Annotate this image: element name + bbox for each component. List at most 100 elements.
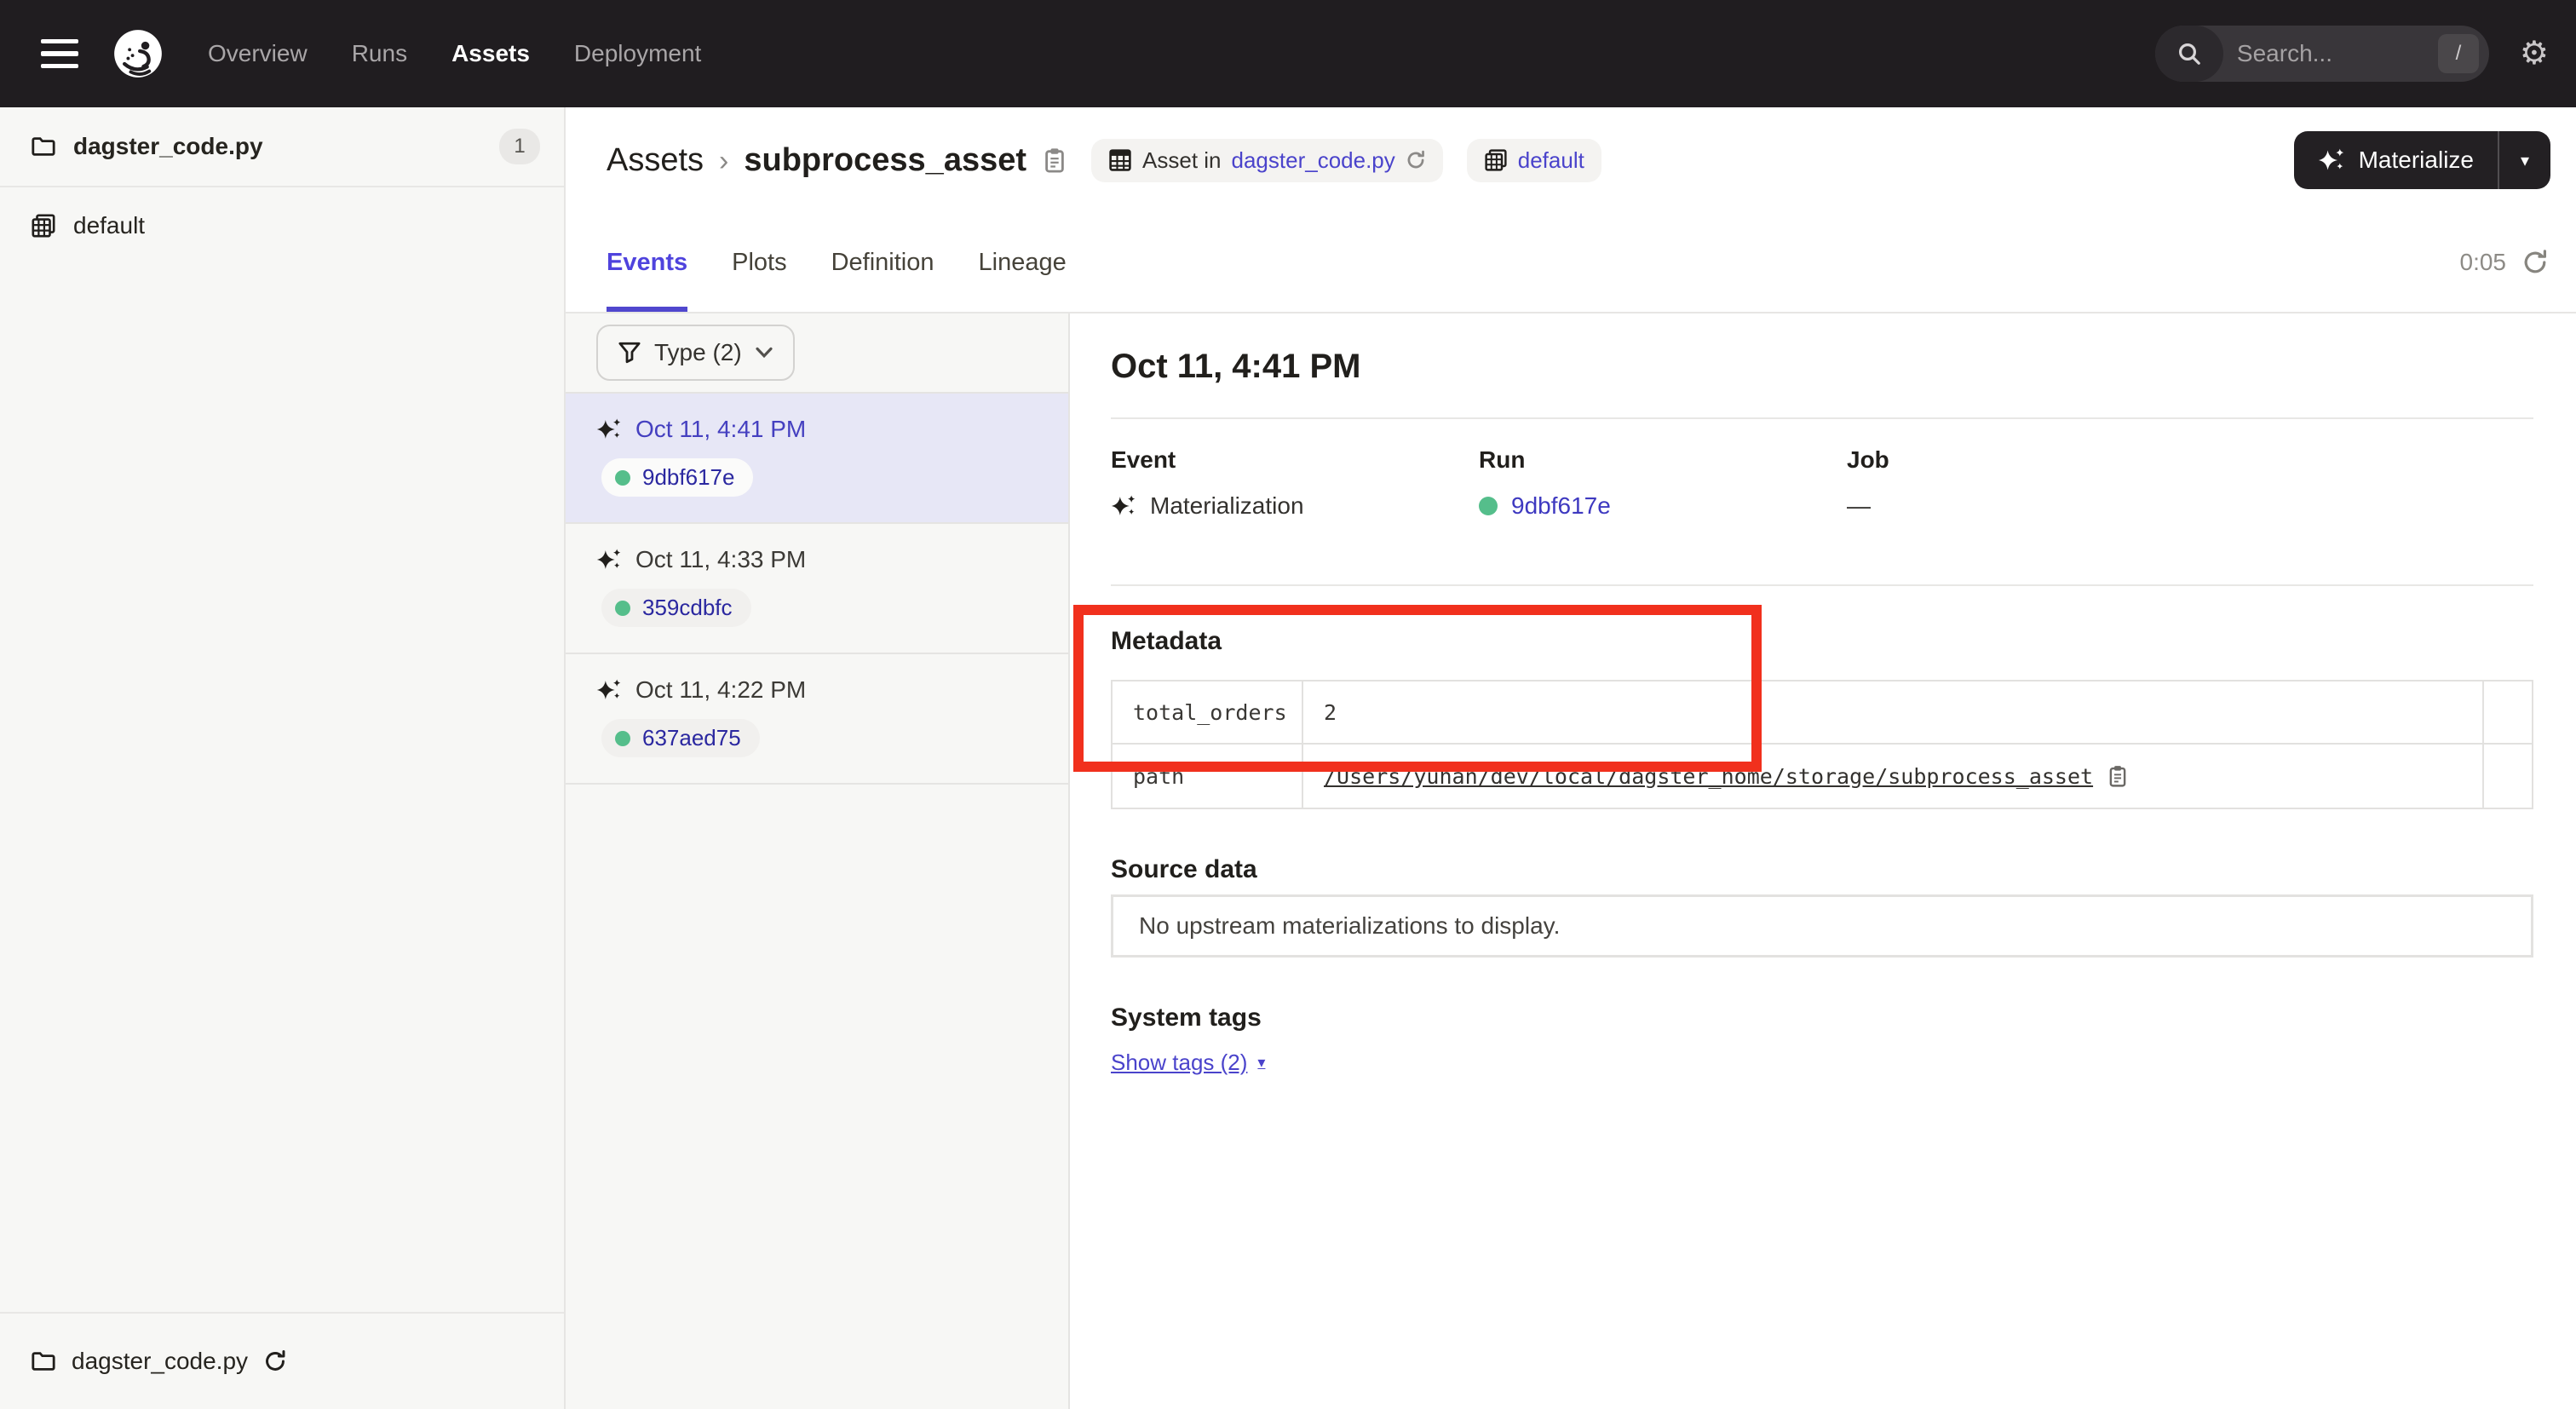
top-nav: Overview Runs Assets Deployment / ⚙ xyxy=(0,0,2576,107)
materialize-button[interactable]: Materialize xyxy=(2294,131,2498,189)
run-status-dot xyxy=(615,731,630,746)
materialize-split-button: Materialize ▾ xyxy=(2294,131,2550,189)
dagster-logo-icon[interactable] xyxy=(112,28,164,79)
materialize-dropdown-caret[interactable]: ▾ xyxy=(2499,131,2550,189)
metadata-action-cell xyxy=(2484,681,2532,745)
source-data-empty-text: No upstream materializations to display. xyxy=(1139,912,1560,940)
asset-group-icon xyxy=(31,213,56,239)
nav-deployment[interactable]: Deployment xyxy=(574,40,701,67)
nav-runs[interactable]: Runs xyxy=(352,40,407,67)
show-tags-toggle[interactable]: Show tags (2) ▾ xyxy=(1111,1050,1265,1076)
refresh-icon[interactable] xyxy=(2521,249,2549,276)
event-detail-title: Oct 11, 4:41 PM xyxy=(1111,344,2533,388)
tab-lineage[interactable]: Lineage xyxy=(979,213,1067,312)
settings-gear-icon[interactable]: ⚙ xyxy=(2520,37,2549,70)
breadcrumb-assets-link[interactable]: Assets xyxy=(607,142,704,179)
job-column: Job — xyxy=(1847,446,2533,525)
copy-asset-name-icon[interactable] xyxy=(1042,147,1067,174)
group-link[interactable]: default xyxy=(1518,147,1584,174)
tab-definition[interactable]: Definition xyxy=(831,213,934,312)
event-time: Oct 11, 4:41 PM xyxy=(635,416,806,443)
folder-icon xyxy=(31,1349,56,1374)
breadcrumb-separator: › xyxy=(719,145,728,178)
run-status-dot xyxy=(1479,497,1498,515)
system-tags-heading: System tags xyxy=(1111,1004,2533,1032)
run-id-link[interactable]: 9dbf617e xyxy=(1511,492,1611,520)
type-filter-button[interactable]: Type (2) xyxy=(596,325,795,381)
tab-events[interactable]: Events xyxy=(607,213,687,312)
metadata-key: total_orders xyxy=(1113,681,1303,745)
materialize-sparkle-icon xyxy=(2318,147,2345,174)
job-empty-value: — xyxy=(1847,492,1871,520)
dagster-app: Overview Runs Assets Deployment / ⚙ dags xyxy=(0,0,2576,1409)
run-status-dot xyxy=(615,470,630,486)
path-link[interactable]: /Users/yuhan/dev/local/dagster_home/stor… xyxy=(1324,764,2093,789)
run-id-chip[interactable]: 9dbf617e xyxy=(601,458,753,497)
run-id: 359cdbfc xyxy=(642,595,733,621)
search-input[interactable] xyxy=(2223,40,2438,67)
materialization-sparkle-icon xyxy=(596,417,622,442)
source-data-empty-state: No upstream materializations to display. xyxy=(1111,894,2533,958)
sidebar-code-location-footer[interactable]: dagster_code.py xyxy=(0,1312,564,1409)
code-location-link[interactable]: dagster_code.py xyxy=(1232,147,1395,174)
run-id-chip[interactable]: 637aed75 xyxy=(601,719,760,757)
group-pill[interactable]: default xyxy=(1467,139,1601,182)
asset-count-badge: 1 xyxy=(499,129,540,164)
breadcrumb: Assets › subprocess_asset xyxy=(607,142,1026,179)
primary-nav: Overview Runs Assets Deployment xyxy=(208,40,701,67)
run-id: 637aed75 xyxy=(642,725,741,751)
asset-header: Assets › subprocess_asset Asset in dagst… xyxy=(566,107,2576,213)
group-label: default xyxy=(73,212,145,239)
search-box[interactable]: / xyxy=(2155,26,2489,82)
search-icon xyxy=(2155,26,2223,82)
event-list-item[interactable]: Oct 11, 4:41 PM 9dbf617e xyxy=(566,392,1068,522)
folder-icon xyxy=(31,134,56,159)
chevron-down-icon xyxy=(756,347,773,359)
sidebar-group-default[interactable]: default xyxy=(0,187,564,264)
code-location-grid-icon xyxy=(1108,148,1132,172)
run-id-chip[interactable]: 359cdbfc xyxy=(601,589,751,627)
events-list-panel: Type (2) Oct 11, 4:41 PM xyxy=(566,313,1070,1409)
tab-plots[interactable]: Plots xyxy=(732,213,786,312)
run-column: Run 9dbf617e xyxy=(1479,446,1847,525)
event-list-item[interactable]: Oct 11, 4:33 PM 359cdbfc xyxy=(566,522,1068,653)
footer-code-location-label: dagster_code.py xyxy=(72,1348,248,1375)
materialization-sparkle-icon xyxy=(1111,493,1136,519)
code-location-label: dagster_code.py xyxy=(73,133,263,160)
run-id: 9dbf617e xyxy=(642,464,734,491)
event-column: Event Materialization xyxy=(1111,446,1479,525)
page-title: subprocess_asset xyxy=(744,142,1026,179)
materialization-sparkle-icon xyxy=(596,547,622,572)
search-shortcut-hint: / xyxy=(2438,34,2479,73)
metadata-key: path xyxy=(1113,745,1303,808)
metadata-heading: Metadata xyxy=(1111,627,2533,656)
run-label: Run xyxy=(1479,446,1847,474)
asset-tabs: Events Plots Definition Lineage 0:05 xyxy=(566,213,2576,313)
run-status-dot xyxy=(615,601,630,616)
menu-icon[interactable] xyxy=(41,39,78,68)
reload-icon[interactable] xyxy=(263,1349,287,1373)
nav-overview[interactable]: Overview xyxy=(208,40,308,67)
event-type-value: Materialization xyxy=(1150,492,1304,520)
materialization-sparkle-icon xyxy=(596,677,622,703)
event-list-item[interactable]: Oct 11, 4:22 PM 637aed75 xyxy=(566,653,1068,785)
job-label: Job xyxy=(1847,446,2533,474)
event-detail-panel: Oct 11, 4:41 PM Event Materialization xyxy=(1070,313,2576,1409)
reload-location-icon[interactable] xyxy=(1406,150,1426,170)
event-label: Event xyxy=(1111,446,1479,474)
show-tags-label: Show tags (2) xyxy=(1111,1050,1247,1076)
metadata-value: 2 xyxy=(1303,681,2484,745)
nav-assets[interactable]: Assets xyxy=(451,40,530,67)
caret-down-icon: ▾ xyxy=(1257,1054,1265,1072)
refresh-countdown: 0:05 xyxy=(2460,249,2507,276)
materialize-label: Materialize xyxy=(2359,147,2474,174)
asset-location-pill[interactable]: Asset in dagster_code.py xyxy=(1091,139,1443,182)
metadata-action-cell xyxy=(2484,745,2532,808)
sidebar-code-location[interactable]: dagster_code.py 1 xyxy=(0,107,564,187)
group-grid-icon xyxy=(1484,148,1508,172)
metadata-table: total_orders 2 path /Users/yuhan/dev/loc… xyxy=(1111,680,2533,809)
asset-in-text: Asset in xyxy=(1142,147,1222,174)
event-time: Oct 11, 4:22 PM xyxy=(635,676,806,704)
copy-path-icon[interactable] xyxy=(2107,764,2129,788)
asset-tree-sidebar: dagster_code.py 1 default dagster_code.p… xyxy=(0,107,566,1409)
